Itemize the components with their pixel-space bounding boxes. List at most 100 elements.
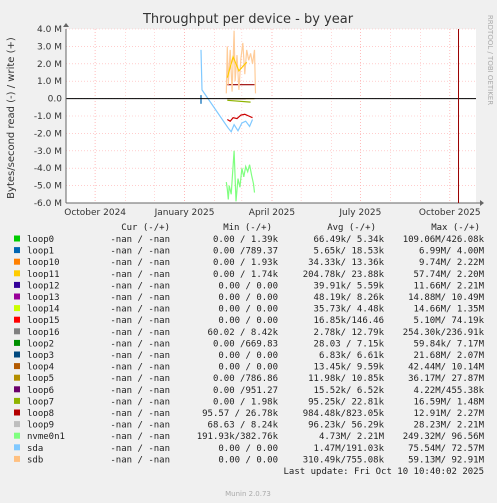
- legend-swatch: [14, 397, 20, 404]
- y-tick-label: -2.0 M: [34, 129, 62, 139]
- y-tick-label: 4.0 M: [37, 25, 62, 35]
- y-tick-label: 3.0 M: [37, 42, 62, 52]
- legend-max: 12.91M/ 2.27M: [414, 409, 485, 419]
- legend-avg: 28.03 / 7.15k: [314, 339, 385, 349]
- legend-avg: 5.65k/ 18.53k: [314, 247, 385, 257]
- legend-min: 0.00 / 0.00: [218, 293, 278, 303]
- legend-avg: 1.47M/191.03k: [314, 444, 385, 454]
- legend-name: loop1: [27, 247, 54, 257]
- legend-avg: 48.19k/ 8.26k: [314, 293, 385, 303]
- legend-min: 0.00 / 0.00: [218, 444, 278, 454]
- legend-avg: 15.52k/ 6.52k: [314, 386, 385, 396]
- last-update: Last update: Fri Oct 10 10:40:02 2025: [284, 467, 484, 477]
- legend-min: 0.00 / 0.00: [218, 305, 278, 315]
- y-tick-label: 1.0 M: [37, 77, 62, 87]
- legend-max: 14.66M/ 1.35M: [414, 305, 485, 315]
- legend-swatch: [14, 281, 20, 288]
- legend-header-min: Min (-/+): [223, 223, 272, 233]
- chart: Throughput per device - by year Bytes/se…: [6, 12, 494, 498]
- x-tick-label: April 2025: [249, 208, 295, 218]
- legend-cur: -nan / -nan: [110, 432, 170, 442]
- legend-swatch: [14, 270, 20, 277]
- legend-name: loop2: [27, 339, 54, 349]
- legend-min: 0.00 / 1.93k: [213, 258, 279, 268]
- chart-title: Throughput per device - by year: [142, 12, 354, 27]
- legend-name: loop16: [27, 328, 60, 338]
- y-tick-label: 2.0 M: [37, 60, 62, 70]
- legend-max: 16.59M/ 1.48M: [414, 397, 485, 407]
- legend-max: 109.06M/426.08k: [403, 235, 485, 245]
- legend-name: sda: [27, 444, 43, 454]
- legend-name: loop13: [27, 293, 60, 303]
- legend-name: loop0: [27, 235, 54, 245]
- legend-max: 254.30k/236.91k: [403, 328, 485, 338]
- legend-avg: 310.49k/755.08k: [303, 455, 385, 465]
- legend-cur: -nan / -nan: [110, 247, 170, 257]
- legend-max: 4.22M/455.38k: [414, 386, 485, 396]
- rrdtool-credit: RRDTOOL / TOBI OETIKER: [486, 15, 494, 105]
- legend-name: loop5: [27, 374, 54, 384]
- legend-min: 191.93k/382.76k: [197, 432, 279, 442]
- legend-avg: 4.73M/ 2.21M: [319, 432, 385, 442]
- legend-min: 0.00 / 1.74k: [213, 270, 279, 280]
- legend-min: 0.00 / 1.39k: [213, 235, 279, 245]
- legend-max: 28.23M/ 2.21M: [414, 421, 485, 431]
- legend-avg: 39.91k/ 5.59k: [314, 281, 385, 291]
- legend-swatch: [14, 409, 20, 416]
- legend-avg: 66.49k/ 5.34k: [314, 235, 385, 245]
- legend-avg: 6.83k/ 6.61k: [319, 351, 385, 361]
- legend-min: 0.00 / 0.00: [218, 281, 278, 291]
- legend-header-max: Max (-/+): [431, 223, 480, 233]
- x-tick-label: July 2025: [338, 208, 381, 218]
- legend-min: 95.57 / 26.78k: [202, 409, 278, 419]
- legend-cur: -nan / -nan: [110, 397, 170, 407]
- legend-swatch: [14, 305, 20, 312]
- legend-max: 249.32M/ 96.56M: [403, 432, 485, 442]
- legend-cur: -nan / -nan: [110, 455, 170, 465]
- legend-name: loop7: [27, 397, 54, 407]
- legend-avg: 2.78k/ 12.79k: [314, 328, 385, 338]
- legend-swatch: [14, 374, 20, 381]
- legend-max: 75.54M/ 72.57M: [408, 444, 484, 454]
- legend-avg: 204.78k/ 23.88k: [303, 270, 385, 280]
- legend-min: 0.00 / 0.00: [218, 363, 278, 373]
- legend-avg: 96.23k/ 56.29k: [308, 421, 384, 431]
- legend: Cur (-/+) Min (-/+) Avg (-/+) Max (-/+) loop…: [14, 223, 485, 477]
- legend-name: sdb: [27, 455, 43, 465]
- legend-cur: -nan / -nan: [110, 374, 170, 384]
- legend-swatch: [14, 316, 20, 323]
- legend-max: 36.17M/ 27.87M: [408, 374, 484, 384]
- legend-cur: -nan / -nan: [110, 328, 170, 338]
- x-tick-label: October 2024: [64, 208, 126, 218]
- legend-header-cur: Cur (-/+): [121, 223, 170, 233]
- legend-max: 14.88M/ 10.49M: [408, 293, 484, 303]
- legend-swatch: [14, 339, 20, 346]
- y-tick-label: -4.0 M: [34, 164, 62, 174]
- legend-cur: -nan / -nan: [110, 351, 170, 361]
- legend-cur: -nan / -nan: [110, 235, 170, 245]
- legend-min: 0.00 /786.86: [213, 374, 278, 384]
- munin-footer: Munin 2.0.73: [225, 490, 271, 498]
- legend-name: loop14: [27, 305, 60, 315]
- y-tick-label: -1.0 M: [34, 112, 62, 122]
- legend-swatch: [14, 258, 20, 265]
- legend-max: 11.66M/ 2.21M: [414, 281, 485, 291]
- legend-max: 42.44M/ 10.14M: [408, 363, 484, 373]
- legend-swatch: [14, 444, 20, 451]
- legend-max: 9.74M/ 2.22M: [419, 258, 485, 268]
- legend-cur: -nan / -nan: [110, 305, 170, 315]
- legend-swatch: [14, 293, 20, 300]
- legend-max: 21.68M/ 2.07M: [414, 351, 485, 361]
- y-tick-label: -5.0 M: [34, 182, 62, 192]
- legend-max: 59.13M/ 92.91M: [408, 455, 484, 465]
- legend-name: loop8: [27, 409, 54, 419]
- x-tick-label: October 2025: [419, 208, 481, 218]
- x-tick-label: January 2025: [154, 208, 215, 218]
- legend-cur: -nan / -nan: [110, 316, 170, 326]
- legend-name: loop15: [27, 316, 60, 326]
- legend-header-avg: Avg (-/+): [327, 223, 376, 233]
- y-tick-label: 0.0: [48, 95, 63, 105]
- legend-cur: -nan / -nan: [110, 421, 170, 431]
- legend-cur: -nan / -nan: [110, 339, 170, 349]
- legend-swatch: [14, 421, 20, 428]
